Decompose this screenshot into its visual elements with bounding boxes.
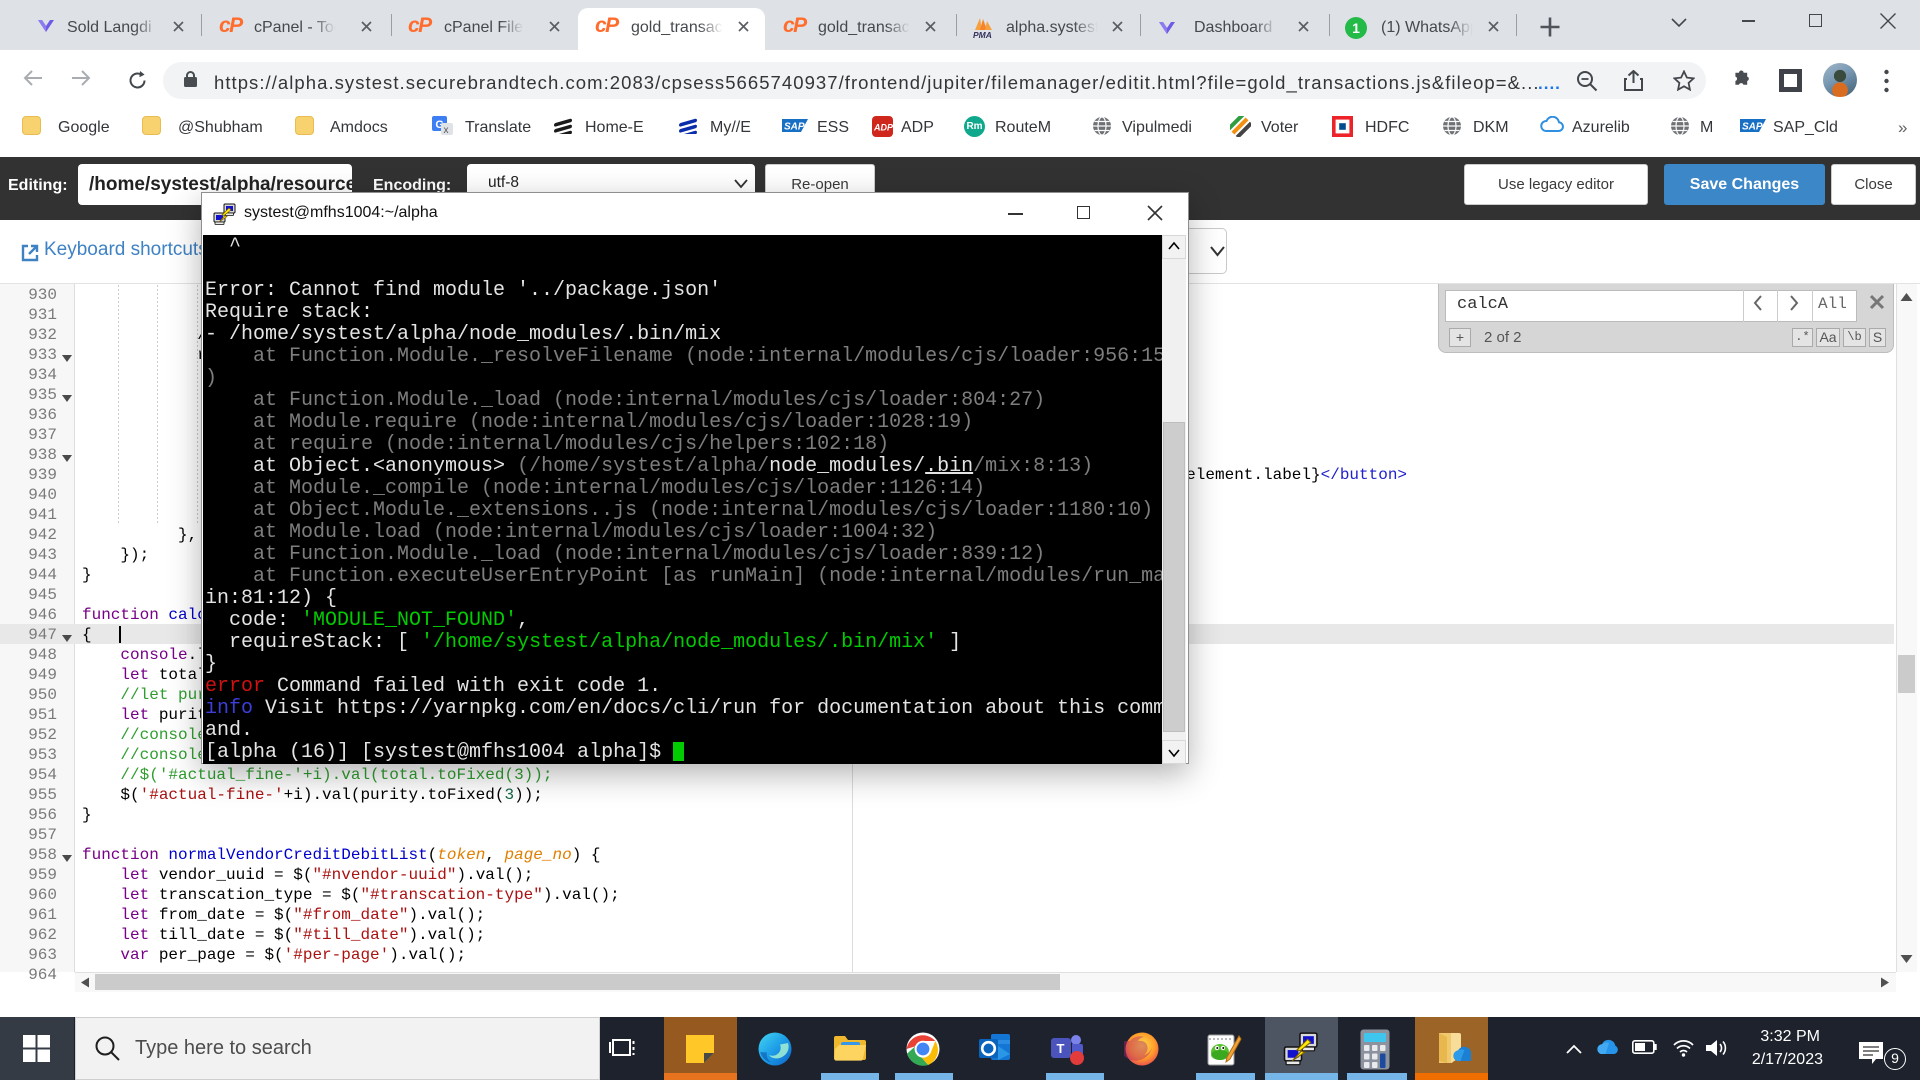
svg-text:x: x (444, 125, 449, 136)
svg-text:ADP: ADP (873, 123, 893, 133)
svg-text:SAP: SAP (1742, 122, 1763, 133)
svg-text:PMA: PMA (973, 30, 992, 39)
svg-text:SAP: SAP (784, 122, 805, 133)
svg-text:T: T (1057, 1041, 1065, 1056)
